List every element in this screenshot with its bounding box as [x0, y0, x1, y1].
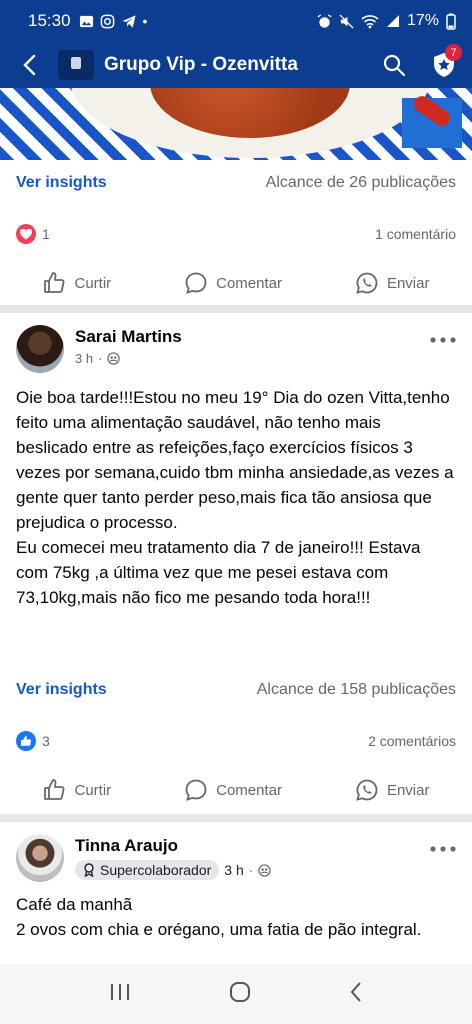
- whatsapp-icon: [356, 272, 378, 294]
- love-reaction-icon: [16, 224, 36, 244]
- comment-button[interactable]: Comentar: [184, 778, 282, 802]
- group-title[interactable]: Grupo Vip - Ozenvitta: [104, 54, 372, 76]
- reaction-count: 3: [42, 733, 50, 749]
- alarm-icon: [317, 13, 332, 28]
- home-button[interactable]: [229, 981, 251, 1008]
- reach-text: Alcance de 158 publicações: [256, 681, 456, 698]
- signal-icon: [386, 15, 399, 27]
- post-time[interactable]: 3 h: [224, 862, 243, 878]
- thumbs-up-icon: [44, 779, 65, 800]
- whatsapp-icon: [356, 779, 378, 801]
- home-icon: [230, 981, 250, 1002]
- telegram-icon: [121, 14, 136, 28]
- wifi-icon: [361, 14, 379, 28]
- system-nav-bar: [0, 964, 472, 1024]
- reaction-count: 1: [42, 226, 50, 242]
- author-name[interactable]: Tinna Araujo: [75, 836, 416, 856]
- status-bar: 15:30 • 17%: [0, 0, 472, 42]
- dot-icon: •: [142, 13, 148, 29]
- post-text: Café da manhã 2 ovos com chia e orégano,…: [16, 895, 422, 939]
- post-footer-2: Ver insights Alcance de 158 publicações …: [0, 669, 472, 815]
- battery-level: 17%: [406, 12, 439, 29]
- back-chevron-icon: [350, 981, 361, 1002]
- view-insights-link[interactable]: Ver insights: [16, 681, 107, 699]
- instagram-icon: [100, 14, 114, 28]
- badge-label: Supercolaborador: [100, 862, 212, 878]
- group-members-icon: [258, 863, 271, 877]
- post-divider: [0, 814, 472, 822]
- comment-bubble-icon: [185, 272, 207, 294]
- back-button[interactable]: [0, 42, 58, 88]
- system-back-button[interactable]: [349, 981, 363, 1008]
- award-icon: [84, 863, 94, 877]
- notification-badge: 7: [445, 44, 462, 61]
- post-2: Sarai Martins 3 h · Oie boa tarde!!!Esto…: [0, 313, 472, 610]
- post-image[interactable]: [0, 88, 472, 160]
- admin-tools-button[interactable]: 7: [416, 44, 472, 78]
- more-dots-icon: [430, 337, 456, 343]
- more-options-button[interactable]: [416, 834, 456, 852]
- post-footer-1: Ver insights Alcance de 26 publicações 1…: [0, 160, 472, 308]
- like-label: Curtir: [74, 781, 112, 799]
- share-label: Enviar: [386, 274, 430, 292]
- share-button[interactable]: Enviar: [355, 271, 430, 295]
- reactions-summary[interactable]: 3: [16, 731, 50, 751]
- avatar[interactable]: [16, 834, 64, 882]
- status-time: 15:30: [28, 11, 71, 30]
- status-notification-icons: •: [79, 13, 148, 29]
- reactions-summary[interactable]: 1: [16, 224, 50, 244]
- comment-label: Comentar: [216, 274, 282, 292]
- search-icon: [383, 54, 406, 77]
- view-insights-link[interactable]: Ver insights: [16, 174, 107, 192]
- like-button[interactable]: Curtir: [42, 778, 111, 802]
- group-members-icon: [107, 352, 121, 365]
- comment-label: Comentar: [216, 781, 282, 799]
- like-label: Curtir: [74, 274, 112, 292]
- post-3: Tinna Araujo Supercolaborador 3 h · Café…: [0, 822, 472, 964]
- recent-apps-button[interactable]: [109, 982, 131, 1007]
- mute-icon: [339, 13, 354, 29]
- supercontributor-badge[interactable]: Supercolaborador: [75, 860, 220, 880]
- more-options-button[interactable]: [416, 325, 456, 343]
- post-text: Oie boa tarde!!!Estou no meu 19° Dia do …: [16, 388, 454, 607]
- share-label: Enviar: [386, 781, 430, 799]
- battery-icon: [446, 13, 456, 30]
- author-name[interactable]: Sarai Martins: [75, 327, 416, 347]
- recent-apps-icon: [111, 983, 129, 1000]
- comment-button[interactable]: Comentar: [184, 271, 282, 295]
- comment-count[interactable]: 1 comentário: [375, 226, 456, 242]
- pepper-shape: [402, 98, 462, 148]
- thumbs-up-icon: [44, 272, 65, 293]
- share-button[interactable]: Enviar: [355, 778, 430, 802]
- comment-count[interactable]: 2 comentários: [368, 733, 456, 749]
- more-dots-icon: [430, 846, 456, 852]
- like-button[interactable]: Curtir: [42, 271, 111, 295]
- avatar[interactable]: [16, 325, 64, 373]
- search-button[interactable]: [372, 53, 416, 77]
- post-divider: [0, 305, 472, 313]
- group-header: Grupo Vip - Ozenvitta 7: [0, 42, 472, 88]
- reach-text: Alcance de 26 publicações: [265, 174, 456, 191]
- group-thumbnail[interactable]: [58, 50, 94, 80]
- like-reaction-icon: [16, 731, 36, 751]
- back-arrow-icon: [23, 54, 36, 76]
- post-time[interactable]: 3 h: [75, 351, 93, 366]
- status-system-icons: 17%: [317, 12, 456, 30]
- gallery-icon: [79, 15, 93, 27]
- comment-bubble-icon: [185, 779, 207, 801]
